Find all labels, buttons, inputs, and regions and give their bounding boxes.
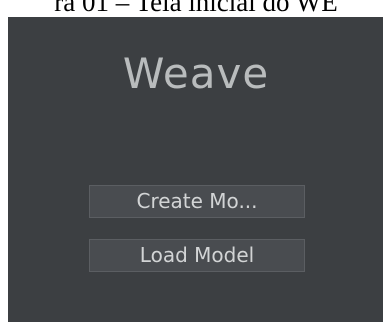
create-model-button[interactable]: Create Mo... [89, 185, 305, 218]
page: ra 01 – Tela inicial do WE Weave Create … [0, 0, 392, 331]
app-start-window: Weave Create Mo... Load Model [8, 17, 383, 322]
figure-caption: ra 01 – Tela inicial do WE [54, 0, 338, 17]
load-model-button[interactable]: Load Model [89, 239, 305, 272]
app-title: Weave [122, 49, 270, 98]
